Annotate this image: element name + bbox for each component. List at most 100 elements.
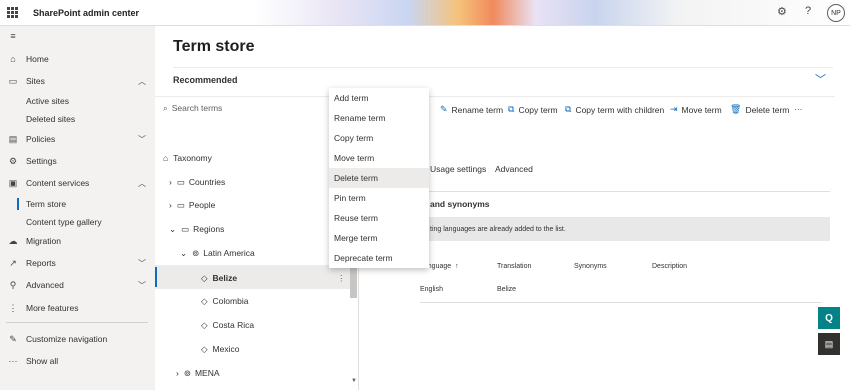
home-icon: ⌂ bbox=[10, 54, 16, 64]
nav-item-more-features[interactable]: ⋮ More features bbox=[0, 298, 155, 318]
tree-item-people[interactable]: › ▭ People bbox=[169, 195, 215, 215]
pencil-icon: ✎ bbox=[440, 104, 448, 114]
menu-item-add-term[interactable]: Add term bbox=[329, 88, 429, 108]
info-text: ting languages are already added to the … bbox=[430, 226, 566, 233]
nav-item-advanced[interactable]: ⚲ Advanced ﹀ bbox=[0, 275, 155, 295]
menu-item-merge-term[interactable]: Merge term bbox=[329, 228, 429, 248]
nav-item-term-store[interactable]: Term store bbox=[0, 194, 155, 214]
policies-icon: ▤ bbox=[8, 133, 18, 144]
column-header-description[interactable]: Description bbox=[652, 263, 687, 270]
folder-icon: ▭ bbox=[176, 199, 185, 210]
tab-divider bbox=[360, 191, 830, 192]
chevron-right-icon: › bbox=[176, 368, 179, 378]
cmd-rename-term[interactable]: ✎ Rename term bbox=[440, 104, 503, 115]
tag-icon: ◇ bbox=[201, 295, 208, 306]
nav-item-settings[interactable]: ⚙ Settings bbox=[0, 151, 155, 171]
taxonomy-icon: ⌂ bbox=[163, 153, 169, 163]
sort-ascending-icon: ↑ bbox=[455, 263, 459, 270]
nav-collapse-button[interactable]: ≡ bbox=[0, 26, 155, 46]
sites-icon: ▭ bbox=[8, 75, 18, 86]
menu-item-move-term[interactable]: Move term bbox=[329, 148, 429, 168]
chat-icon[interactable]: ▤ bbox=[818, 333, 840, 355]
tree-item-mexico[interactable]: ◇ Mexico bbox=[201, 339, 239, 359]
menu-item-delete-term[interactable]: Delete term bbox=[329, 168, 429, 188]
cmd-move-term[interactable]: ⇥ Move term bbox=[670, 104, 722, 115]
nav-item-content-type-gallery[interactable]: Content type gallery bbox=[0, 212, 155, 232]
nav-item-reports[interactable]: ↗ Reports ﹀ bbox=[0, 253, 155, 273]
nav-item-customize-navigation[interactable]: ✎ Customize navigation bbox=[0, 329, 155, 349]
migration-icon: ☁ bbox=[8, 235, 18, 246]
chevron-down-icon[interactable]: ﹀ bbox=[815, 71, 826, 87]
tree-item-regions[interactable]: ⌄ ▭ Regions bbox=[169, 219, 224, 239]
menu-item-copy-term[interactable]: Copy term bbox=[329, 128, 429, 148]
column-header-synonyms[interactable]: Synonyms bbox=[574, 263, 607, 270]
context-menu: Add term Rename term Copy term Move term… bbox=[329, 88, 429, 268]
nav-item-content-services[interactable]: ▣ Content services ︿ bbox=[0, 173, 155, 193]
nav-item-sites[interactable]: ▭ Sites ︿ bbox=[0, 71, 155, 91]
app-title[interactable]: SharePoint admin center bbox=[33, 8, 139, 18]
chevron-up-icon: ︿ bbox=[138, 178, 146, 188]
gear-icon[interactable]: ⚙ bbox=[777, 5, 787, 18]
content-services-icon: ▣ bbox=[8, 177, 18, 188]
menu-item-pin-term[interactable]: Pin term bbox=[329, 188, 429, 208]
selected-indicator bbox=[155, 267, 157, 287]
tree-item-countries[interactable]: › ▭ Countries bbox=[169, 172, 225, 192]
section-heading: and synonyms bbox=[430, 199, 490, 209]
term-set-icon: ⊚ bbox=[192, 247, 200, 258]
chevron-down-icon: ﹀ bbox=[138, 258, 146, 268]
more-actions-icon[interactable]: ⋮ bbox=[337, 268, 346, 288]
folder-icon: ▭ bbox=[181, 223, 190, 234]
nav-item-migration[interactable]: ☁ Migration bbox=[0, 231, 155, 251]
gear-icon: ⚙ bbox=[8, 155, 18, 166]
tab-usage-settings[interactable]: Usage settings bbox=[430, 164, 486, 174]
menu-item-rename-term[interactable]: Rename term bbox=[329, 108, 429, 128]
cell-translation: Belize bbox=[497, 286, 517, 293]
tree-item-latin-america[interactable]: ⌄ ⊚ Latin America bbox=[180, 243, 255, 263]
app-launcher-icon[interactable] bbox=[7, 7, 18, 18]
chevron-down-icon: ⌄ bbox=[180, 247, 188, 258]
copy-icon: ⧉ bbox=[508, 104, 515, 114]
left-navigation: ≡ ⌂ Home ▭ Sites ︿ Active sites Deleted … bbox=[0, 26, 155, 390]
tab-advanced[interactable]: Advanced bbox=[495, 164, 533, 174]
nav-item-deleted-sites[interactable]: Deleted sites bbox=[0, 109, 155, 129]
more-features-icon: ⋮ bbox=[8, 302, 18, 313]
cmd-copy-term-with-children[interactable]: ⧉ Copy term with children bbox=[565, 104, 664, 115]
q-icon[interactable]: Q bbox=[818, 307, 840, 329]
menu-item-deprecate-term[interactable]: Deprecate term bbox=[329, 248, 429, 268]
nav-item-active-sites[interactable]: Active sites bbox=[0, 91, 155, 111]
scrollbar-thumb[interactable] bbox=[350, 268, 357, 298]
nav-divider bbox=[6, 322, 148, 323]
selected-row-highlight bbox=[155, 265, 350, 289]
help-icon[interactable]: ? bbox=[805, 5, 811, 17]
cmd-copy-term[interactable]: ⧉ Copy term bbox=[508, 104, 558, 115]
nav-item-show-all[interactable]: ··· Show all bbox=[0, 351, 155, 371]
chevron-down-icon: ﹀ bbox=[138, 280, 146, 290]
column-header-translation[interactable]: Translation bbox=[497, 263, 531, 270]
main-content: Term store Recommended ﹀ ⌕ Search terms ⌂… bbox=[155, 26, 850, 390]
chevron-down-icon: ﹀ bbox=[138, 134, 146, 144]
recommended-header[interactable]: Recommended bbox=[173, 75, 238, 85]
tree-item-belize[interactable]: ◇ Belize bbox=[201, 268, 237, 288]
chevron-right-icon: › bbox=[169, 200, 172, 210]
nav-item-policies[interactable]: ▤ Policies ﹀ bbox=[0, 129, 155, 149]
trash-icon: 🗑 bbox=[730, 104, 742, 114]
tree-item-colombia[interactable]: ◇ Colombia bbox=[201, 291, 248, 311]
reports-icon: ↗ bbox=[9, 257, 17, 268]
search-input[interactable]: ⌕ Search terms bbox=[163, 103, 222, 114]
tree-item-costa-rica[interactable]: ◇ Costa Rica bbox=[201, 315, 254, 335]
tag-icon: ◇ bbox=[201, 343, 208, 354]
chevron-down-icon: ⌄ bbox=[169, 223, 177, 234]
cmd-delete-term[interactable]: 🗑 Delete term bbox=[730, 104, 789, 115]
tag-icon: ◇ bbox=[201, 319, 208, 330]
nav-item-home[interactable]: ⌂ Home bbox=[0, 49, 155, 69]
cell-language: English bbox=[420, 286, 443, 293]
move-icon: ⇥ bbox=[670, 104, 678, 114]
menu-item-reuse-term[interactable]: Reuse term bbox=[329, 208, 429, 228]
tree-item-mena[interactable]: › ⊚ MENA bbox=[176, 363, 220, 383]
avatar[interactable]: NP bbox=[827, 4, 845, 22]
tree-item-taxonomy[interactable]: ⌂ Taxonomy bbox=[163, 148, 212, 168]
scroll-down-icon[interactable]: ▼ bbox=[351, 378, 357, 384]
tag-icon: ◇ bbox=[201, 272, 208, 283]
cmd-more-icon[interactable]: ··· bbox=[794, 104, 803, 114]
table-row-divider bbox=[420, 302, 822, 303]
